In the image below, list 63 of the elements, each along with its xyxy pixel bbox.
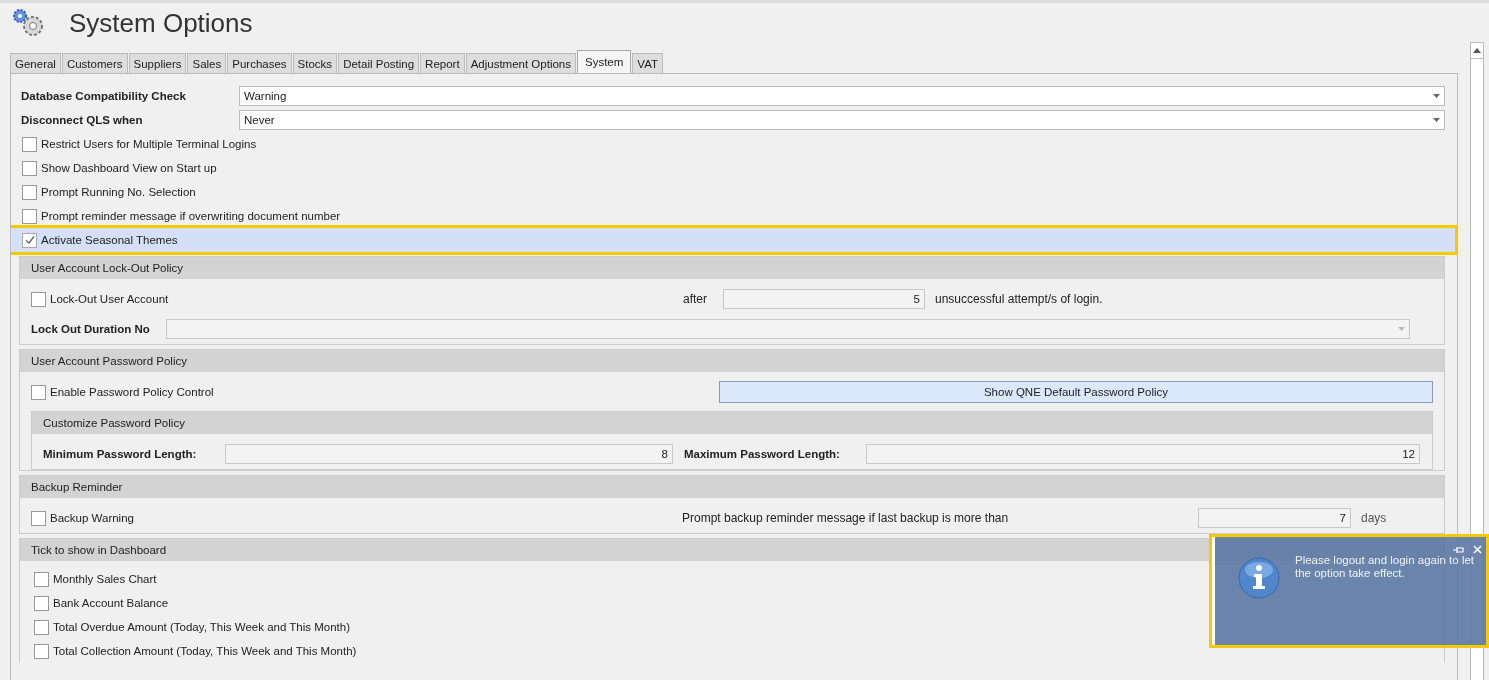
tab[interactable]: Detail Posting: [338, 53, 420, 73]
dropdown-field[interactable]: Warning: [239, 86, 1445, 106]
checkbox[interactable]: [31, 291, 46, 307]
checkbox[interactable]: [34, 571, 49, 587]
group-header: User Account Password Policy: [20, 350, 1444, 372]
checkbox[interactable]: [22, 184, 37, 200]
checkbox[interactable]: [31, 384, 46, 400]
tab[interactable]: VAT: [632, 53, 663, 73]
tab[interactable]: Adjustment Options: [465, 53, 576, 73]
input-field[interactable]: 5: [723, 289, 925, 309]
checkbox[interactable]: [22, 232, 37, 248]
checkbox[interactable]: [34, 595, 49, 611]
group-header: Customize Password Policy: [32, 412, 1432, 434]
field-label: Maximum Password Length:: [684, 448, 841, 460]
checkbox[interactable]: [22, 208, 37, 224]
group-header: Backup Reminder: [20, 476, 1444, 498]
field-label: days: [1361, 511, 1387, 525]
checkbox[interactable]: [34, 643, 49, 659]
info-icon: [1237, 556, 1281, 600]
input-field[interactable]: 8: [225, 444, 673, 464]
checkbox-label: Enable Password Policy Control: [50, 386, 214, 398]
checkbox-label: Monthly Sales Chart: [53, 573, 157, 585]
window-title: System Options: [69, 7, 253, 39]
field-label: after: [683, 292, 708, 306]
checkbox-label: Show Dashboard View on Start up: [41, 162, 217, 174]
checkbox-label: Activate Seasonal Themes: [41, 234, 178, 246]
checkbox-label: Bank Account Balance: [53, 597, 169, 609]
input-field[interactable]: 7: [1198, 508, 1351, 528]
field-label: Lock Out Duration No: [31, 323, 151, 335]
checkbox-label: Prompt Running No. Selection: [41, 186, 196, 198]
tab[interactable]: Suppliers: [128, 53, 187, 73]
tab[interactable]: Customers: [61, 53, 128, 73]
tab[interactable]: General: [10, 53, 61, 73]
checkbox-label: Restrict Users for Multiple Terminal Logins: [41, 138, 257, 150]
dropdown-field[interactable]: Never: [239, 110, 1445, 130]
tab[interactable]: System: [577, 50, 632, 73]
field-label: Prompt backup reminder message if last backup is more than: [682, 511, 1010, 525]
field-label: Database Compatibility Check: [20, 90, 187, 102]
field-label: Disconnect QLS when: [20, 114, 144, 126]
checkbox-label: Total Collection Amount (Today, This Week and This Month): [53, 645, 357, 657]
checkbox-label: Lock-Out User Account: [50, 293, 169, 305]
tab[interactable]: Purchases: [227, 53, 292, 73]
checkbox[interactable]: [22, 160, 37, 176]
group-header: User Account Lock-Out Policy: [20, 257, 1444, 279]
dropdown-arrow-icon[interactable]: [1433, 94, 1440, 98]
input-field[interactable]: 12: [866, 444, 1420, 464]
caret-up-icon[interactable]: [1473, 48, 1481, 53]
field-label: unsuccessful attempt/s of login.: [935, 292, 1103, 306]
tab[interactable]: Stocks: [292, 53, 338, 73]
tab[interactable]: Sales: [187, 53, 227, 73]
checkbox-label: Backup Warning: [50, 512, 134, 524]
dropdown-field[interactable]: [166, 319, 1410, 339]
tab[interactable]: Report: [420, 53, 465, 73]
show-policy-button[interactable]: Show QNE Default Password Policy: [719, 381, 1433, 403]
checkbox[interactable]: [31, 510, 46, 526]
pin-icon[interactable]: [1453, 545, 1465, 554]
checkbox[interactable]: [22, 136, 37, 152]
close-icon[interactable]: [1473, 545, 1482, 554]
checkbox-label: Prompt reminder message if overwriting document number: [41, 210, 341, 222]
checkbox-label: Total Overdue Amount (Today, This Week and This Month): [53, 621, 351, 633]
field-label: Minimum Password Length:: [43, 448, 198, 460]
checkbox[interactable]: [34, 619, 49, 635]
dropdown-arrow-icon[interactable]: [1433, 118, 1440, 122]
